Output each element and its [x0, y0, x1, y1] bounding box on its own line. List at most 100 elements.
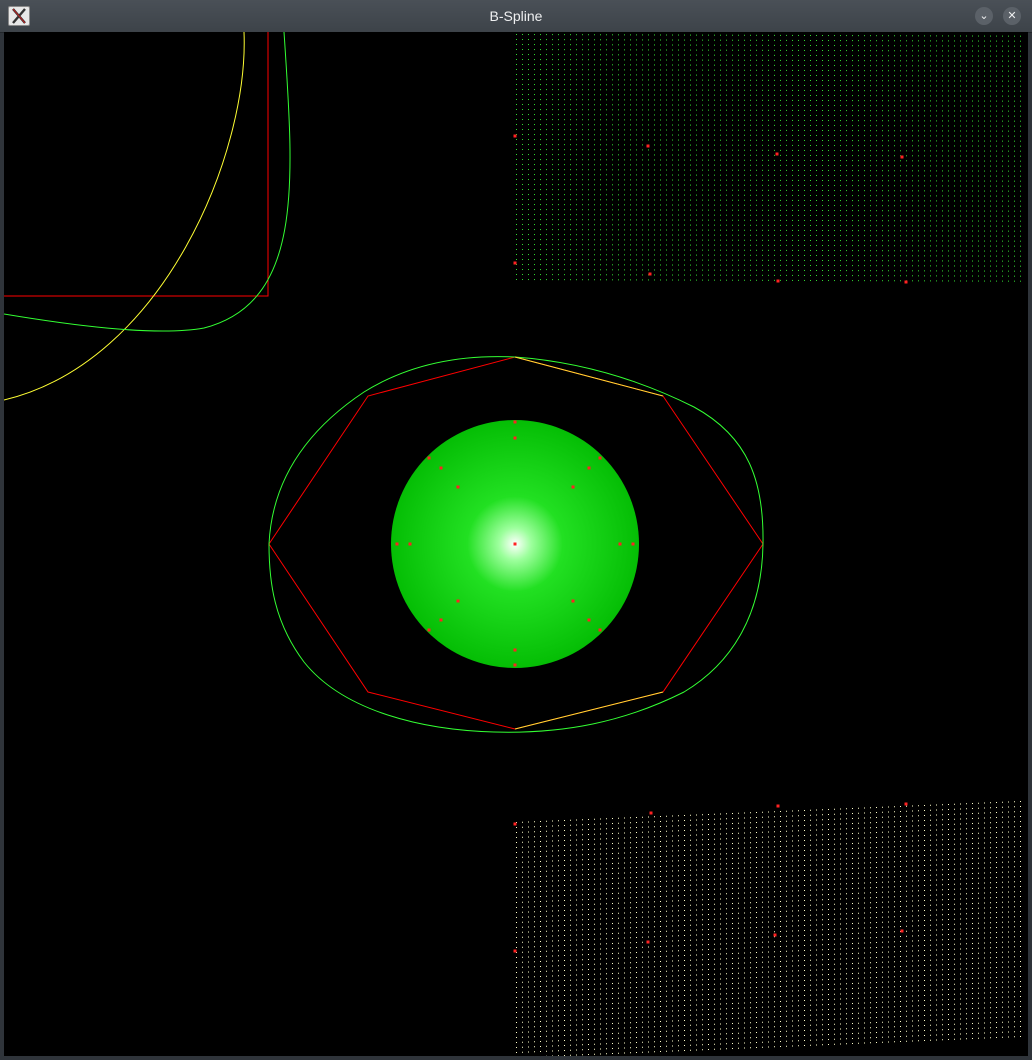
grid-point — [642, 239, 643, 241]
grid-point — [978, 195, 979, 197]
grid-point — [588, 179, 589, 181]
grid-point — [594, 254, 595, 256]
grid-point — [906, 55, 907, 57]
grid-point — [540, 124, 541, 126]
grid-point — [870, 155, 871, 157]
grid-point — [720, 109, 721, 111]
grid-point — [1008, 125, 1009, 127]
grid-point — [834, 75, 835, 77]
grid-point — [654, 279, 655, 281]
grid-point — [690, 79, 691, 81]
grid-point — [648, 249, 649, 251]
grid-point — [618, 59, 619, 61]
grid-point — [672, 214, 673, 216]
title-bar[interactable]: B-Spline ⌄ ✕ — [0, 0, 1032, 33]
grid-point — [582, 79, 583, 81]
grid-point — [732, 274, 733, 276]
grid-point — [654, 54, 655, 56]
grid-point — [960, 50, 961, 52]
grid-point — [594, 948, 595, 950]
grid-point — [540, 906, 541, 907]
grid-point — [870, 50, 871, 52]
minimize-button[interactable]: ⌄ — [975, 7, 993, 25]
grid-point — [636, 269, 637, 271]
grid-point — [588, 154, 589, 156]
grid-point — [654, 69, 655, 71]
grid-point — [966, 130, 967, 132]
grid-point — [684, 214, 685, 216]
grid-point — [882, 255, 883, 257]
close-button[interactable]: ✕ — [1003, 7, 1021, 25]
grid-point — [1020, 230, 1021, 232]
grid-point — [1008, 105, 1009, 107]
grid-point — [600, 124, 601, 126]
grid-point — [858, 200, 859, 202]
grid-point — [582, 119, 583, 121]
grid-point — [672, 179, 673, 181]
grid-point — [912, 85, 913, 87]
grid-point — [870, 100, 871, 102]
grid-point — [576, 119, 577, 121]
control-point — [904, 280, 908, 284]
grid-point — [570, 819, 571, 821]
grid-point — [996, 120, 997, 122]
grid-point — [522, 821, 523, 823]
grid-point — [666, 34, 667, 36]
grid-point — [606, 54, 607, 56]
grid-point — [636, 44, 637, 46]
grid-point — [684, 49, 685, 51]
grid-point — [864, 135, 865, 137]
render-canvas[interactable] — [4, 32, 1028, 1056]
control-point — [395, 542, 399, 546]
grid-point — [888, 160, 889, 162]
grid-point — [912, 230, 913, 232]
grid-point — [570, 844, 571, 846]
grid-point — [870, 265, 871, 267]
grid-point — [732, 204, 733, 206]
grid-point — [1020, 130, 1021, 132]
grid-point — [534, 264, 535, 266]
grid-point — [834, 200, 835, 202]
grid-point — [576, 924, 577, 926]
grid-point — [816, 265, 817, 266]
grid-point — [690, 34, 691, 36]
grid-point — [624, 179, 625, 181]
grid-point — [546, 890, 547, 892]
grid-point — [888, 265, 889, 267]
grid-point — [750, 209, 751, 211]
grid-point — [546, 109, 547, 111]
grid-point — [810, 129, 811, 131]
grid-point — [672, 64, 673, 66]
grid-point — [528, 209, 529, 211]
grid-point — [600, 259, 601, 261]
grid-point — [576, 889, 577, 891]
grid-point — [546, 149, 547, 151]
grid-point — [816, 255, 817, 256]
grid-point — [810, 254, 811, 256]
grid-point — [804, 214, 805, 216]
grid-point — [984, 180, 985, 182]
grid-point — [876, 245, 877, 247]
grid-point — [924, 90, 925, 92]
grid-point — [948, 265, 949, 267]
grid-point — [576, 264, 577, 266]
grid-point — [1020, 45, 1021, 47]
grid-point — [750, 54, 751, 56]
grid-point — [528, 34, 529, 36]
grid-point — [774, 64, 775, 66]
grid-point — [552, 835, 553, 837]
grid-point — [696, 89, 697, 91]
grid-point — [564, 845, 565, 846]
grid-point — [564, 850, 565, 851]
grid-point — [702, 54, 703, 56]
grid-point — [942, 100, 943, 102]
grid-point — [552, 34, 553, 36]
grid-point — [828, 120, 829, 122]
grid-point — [558, 1005, 559, 1007]
grid-point — [864, 75, 865, 77]
grid-point — [582, 884, 583, 886]
grid-point — [948, 125, 949, 127]
grid-point — [756, 169, 757, 171]
grid-point — [954, 130, 955, 132]
grid-point — [582, 929, 583, 931]
